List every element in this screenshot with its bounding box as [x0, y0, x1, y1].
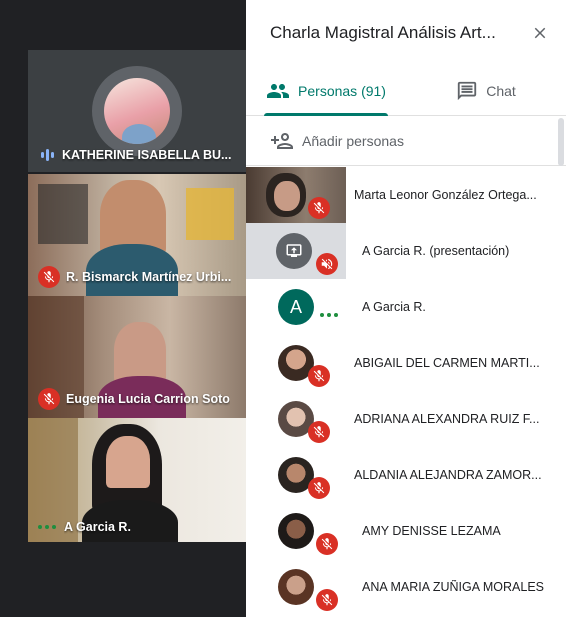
- people-icon: [267, 83, 290, 98]
- tile-name: Eugenia Lucia Carrion Soto: [66, 392, 230, 406]
- tab-label: Chat: [486, 82, 516, 99]
- participant-avatar: [92, 66, 182, 156]
- participant-name: AMY DENISSE LEZAMA: [362, 524, 501, 538]
- panel-tabs: Personas (91) Chat: [246, 66, 566, 116]
- video-tile-eugenia[interactable]: Eugenia Lucia Carrion Soto: [28, 296, 246, 418]
- mic-off-icon: [308, 421, 330, 443]
- scrollbar[interactable]: [558, 118, 564, 166]
- video-tile-bismarck[interactable]: R. Bismarck Martínez Urbi...: [28, 174, 246, 296]
- tile-name: KATHERINE ISABELLA BU...: [62, 148, 232, 162]
- close-button[interactable]: [528, 21, 552, 45]
- participant-name: A Garcia R. (presentación): [362, 244, 510, 258]
- mic-off-icon: [38, 266, 60, 288]
- video-tile-katherine[interactable]: KATHERINE ISABELLA BU...: [28, 50, 246, 172]
- participant-name: A Garcia R.: [362, 300, 426, 314]
- panel-header: Charla Magistral Análisis Art...: [246, 0, 566, 66]
- mic-off-icon: [308, 477, 330, 499]
- list-item[interactable]: Marta Leonor González Ortega...: [246, 167, 566, 223]
- list-item[interactable]: ABIGAIL DEL CARMEN MARTI...: [246, 335, 566, 391]
- participant-list: Marta Leonor González Ortega... A Garcia…: [246, 167, 566, 617]
- mic-off-icon: [316, 533, 338, 555]
- participant-video-thumb: [246, 167, 346, 223]
- volume-off-icon: [316, 253, 338, 275]
- add-people-label: Añadir personas: [302, 132, 404, 149]
- add-people-button[interactable]: Añadir personas: [246, 116, 566, 166]
- mic-off-icon: [308, 197, 330, 219]
- chat-icon: [458, 81, 477, 100]
- video-tile-agarcia[interactable]: A Garcia R.: [28, 418, 246, 542]
- avatar: A: [278, 289, 314, 325]
- tab-chat[interactable]: Chat: [406, 66, 566, 115]
- participant-name: ALDANIA ALEJANDRA ZAMOR...: [354, 468, 542, 482]
- list-item[interactable]: A Garcia R. (presentación): [246, 223, 566, 279]
- more-options-dots-icon: [38, 525, 58, 529]
- list-item[interactable]: ALDANIA ALEJANDRA ZAMOR...: [246, 447, 566, 503]
- list-item[interactable]: AMY DENISSE LEZAMA: [246, 503, 566, 559]
- add-person-icon: [271, 132, 293, 149]
- mic-off-icon: [38, 388, 60, 410]
- mic-off-icon: [316, 589, 338, 611]
- video-grid: KATHERINE ISABELLA BU... R. Bismarck Mar…: [0, 0, 246, 617]
- active-indicator-icon: [320, 313, 340, 317]
- tile-name: R. Bismarck Martínez Urbi...: [66, 270, 232, 284]
- avatar: [278, 513, 314, 549]
- tab-label: Personas (91): [298, 82, 386, 99]
- speaking-indicator-icon: [38, 149, 56, 161]
- participant-name: ANA MARIA ZUÑIGA MORALES: [362, 580, 544, 594]
- avatar: [278, 569, 314, 605]
- present-screen-icon: [276, 233, 312, 269]
- list-item[interactable]: ADRIANA ALEXANDRA RUIZ F...: [246, 391, 566, 447]
- details-panel: Charla Magistral Análisis Art... Persona…: [246, 0, 566, 617]
- tile-name: A Garcia R.: [64, 520, 131, 534]
- mic-off-icon: [308, 365, 330, 387]
- list-item[interactable]: ANA MARIA ZUÑIGA MORALES: [246, 559, 566, 615]
- participant-name: ABIGAIL DEL CARMEN MARTI...: [354, 356, 540, 370]
- participant-name: ADRIANA ALEXANDRA RUIZ F...: [354, 412, 540, 426]
- meeting-title: Charla Magistral Análisis Art...: [270, 23, 496, 42]
- list-item[interactable]: A A Garcia R.: [246, 279, 566, 335]
- tab-people[interactable]: Personas (91): [246, 66, 406, 115]
- participant-name: Marta Leonor González Ortega...: [354, 188, 537, 202]
- active-tab-indicator: [264, 113, 388, 116]
- close-icon: [534, 27, 546, 39]
